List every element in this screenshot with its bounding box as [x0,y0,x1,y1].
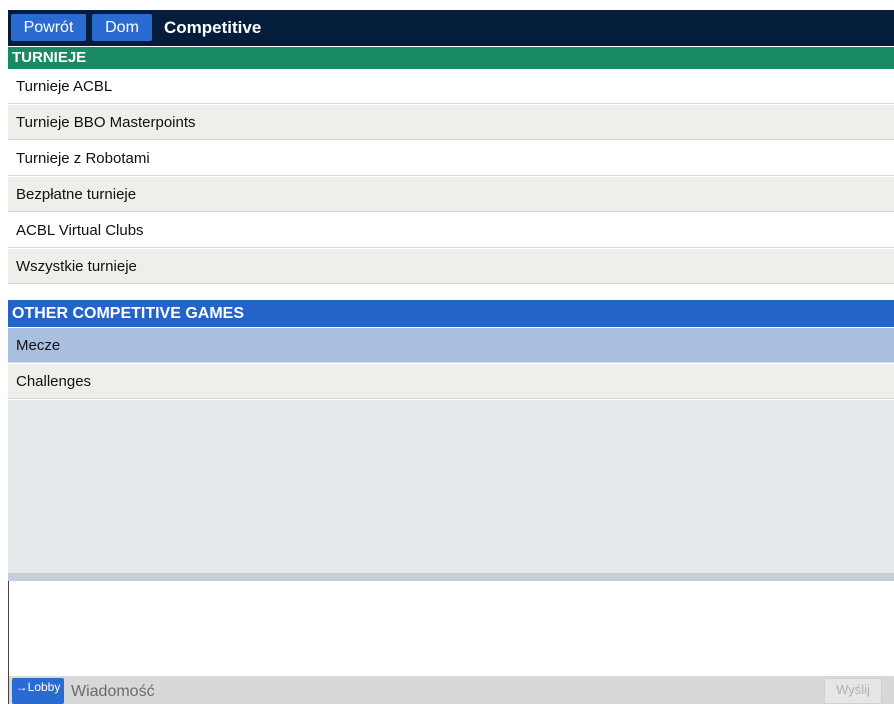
list-item-all-tournaments[interactable]: Wszystkie turnieje [8,249,894,284]
tournaments-section-header: TURNIEJE [8,47,894,69]
chat-message-area [8,581,894,676]
list-item-matches[interactable]: Mecze [8,328,894,363]
list-item-bbo-masterpoints[interactable]: Turnieje BBO Masterpoints [8,105,894,140]
message-input[interactable] [69,680,809,704]
back-button[interactable]: Powrót [11,14,86,41]
list-item-acbl-tournaments[interactable]: Turnieje ACBL [8,69,894,104]
content-empty-area [8,400,894,573]
send-button[interactable]: Wyślij [824,678,882,704]
home-button[interactable]: Dom [92,14,152,41]
top-bar: Powrót Dom Competitive [8,10,894,46]
other-games-section-header: OTHER COMPETITIVE GAMES [8,300,894,327]
app-frame: Powrót Dom Competitive TURNIEJE Turnieje… [8,10,894,704]
list-item-free-tournaments[interactable]: Bezpłatne turnieje [8,177,894,212]
pane-splitter[interactable] [8,573,894,581]
list-item-challenges[interactable]: Challenges [8,364,894,399]
page-title: Competitive [164,18,262,37]
chat-input-bar: →Lobby Wyślij [8,676,894,704]
list-item-acbl-virtual-clubs[interactable]: ACBL Virtual Clubs [8,213,894,248]
list-item-robot-tournaments[interactable]: Turnieje z Robotami [8,141,894,176]
lobby-channel-button[interactable]: →Lobby [12,678,64,704]
